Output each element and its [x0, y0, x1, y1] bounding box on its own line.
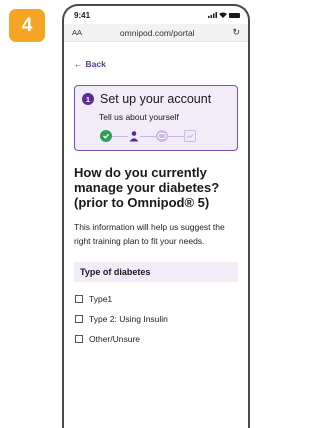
setup-card-title-row: 1 Set up your account	[82, 92, 230, 106]
progress-stepper	[100, 130, 230, 142]
status-time: 9:41	[74, 10, 91, 20]
arrow-left-icon: ←	[74, 59, 83, 69]
text-size-button[interactable]: AA	[72, 28, 82, 37]
status-icons	[208, 12, 240, 18]
checkbox[interactable]	[75, 295, 83, 303]
progress-line	[168, 135, 184, 137]
option-type1[interactable]: Type1	[74, 294, 238, 304]
step-number-badge: 4	[9, 9, 45, 42]
person-icon	[128, 130, 140, 142]
diabetes-type-header: Type of diabetes	[74, 262, 238, 282]
check-icon	[100, 130, 112, 142]
reload-icon[interactable]: ↻	[232, 27, 240, 38]
checkbox[interactable]	[75, 335, 83, 343]
option-label: Other/Unsure	[89, 334, 141, 344]
option-type2-insulin[interactable]: Type 2: Using Insulin	[74, 314, 238, 324]
checkbox[interactable]	[75, 315, 83, 323]
setup-card-subtitle: Tell us about yourself	[99, 112, 179, 122]
chart-icon	[184, 130, 196, 142]
back-link[interactable]: ← Back	[74, 59, 238, 69]
pod-icon	[156, 130, 168, 142]
back-label: Back	[85, 59, 106, 69]
progress-line	[112, 135, 128, 137]
option-label: Type 2: Using Insulin	[89, 314, 168, 324]
option-other-unsure[interactable]: Other/Unsure	[74, 334, 238, 344]
status-bar: 9:41	[64, 6, 248, 24]
url-text[interactable]: omnipod.com/portal	[120, 28, 195, 38]
progress-line	[140, 135, 156, 137]
wifi-icon	[219, 12, 227, 18]
setup-card-title: Set up your account	[100, 92, 212, 106]
browser-address-bar[interactable]: AA omnipod.com/portal ↻	[64, 24, 248, 42]
step-circle: 1	[82, 93, 94, 105]
question-title: How do you currently manage your diabete…	[74, 165, 220, 210]
phone-frame: 9:41 AA omnipod.com/portal ↻ ← Back 1 Se…	[62, 4, 250, 428]
setup-account-card: 1 Set up your account Tell us about your…	[74, 85, 238, 151]
diabetes-type-options: Type1 Type 2: Using Insulin Other/Unsure	[74, 294, 238, 344]
info-text: This information will help us suggest th…	[74, 222, 225, 246]
signal-icon	[208, 12, 217, 18]
page-content: ← Back 1 Set up your account Tell us abo…	[64, 59, 248, 344]
battery-icon	[229, 12, 240, 18]
option-label: Type1	[89, 294, 113, 304]
